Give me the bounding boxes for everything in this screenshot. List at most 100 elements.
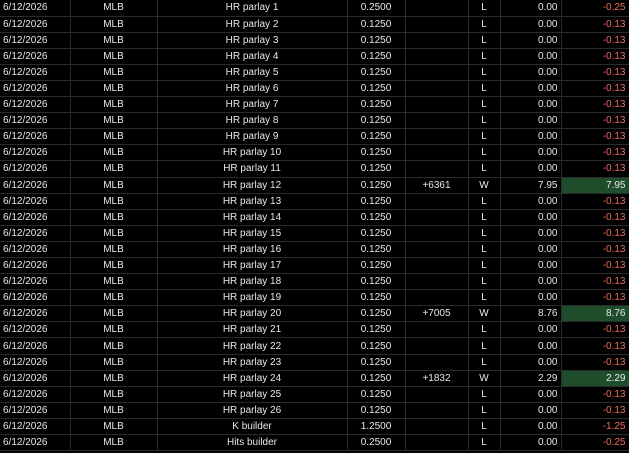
payout-cell[interactable]: 0.00 [500, 321, 562, 339]
odds-cell[interactable] [405, 128, 469, 146]
date-cell[interactable]: 6/12/2026 [0, 257, 71, 275]
stake-cell[interactable]: 0.1250 [347, 96, 406, 114]
league-cell[interactable]: MLB [70, 48, 158, 65]
payout-cell[interactable]: 0.00 [500, 257, 562, 275]
bet-name-cell[interactable]: HR parlay 23 [157, 354, 348, 371]
bet-name-cell[interactable]: HR parlay 13 [157, 193, 348, 210]
bet-name-cell[interactable]: HR parlay 16 [157, 241, 348, 259]
net-cell[interactable]: -0.13 [561, 80, 629, 98]
net-cell[interactable]: -0.13 [561, 48, 629, 65]
odds-cell[interactable] [405, 434, 469, 452]
net-cell[interactable]: -0.13 [561, 128, 629, 146]
league-cell[interactable]: MLB [70, 16, 158, 33]
payout-cell[interactable]: 0.00 [500, 0, 562, 17]
odds-cell[interactable] [405, 160, 469, 178]
date-cell[interactable]: 6/12/2026 [0, 370, 71, 387]
bet-name-cell[interactable]: HR parlay 17 [157, 257, 348, 275]
payout-cell[interactable]: 7.95 [500, 177, 562, 194]
odds-cell[interactable] [405, 273, 469, 291]
net-cell[interactable]: -0.13 [561, 32, 629, 49]
date-cell[interactable]: 6/12/2026 [0, 273, 71, 291]
net-cell[interactable]: -0.13 [561, 321, 629, 339]
result-cell[interactable]: L [468, 418, 501, 436]
stake-cell[interactable]: 0.1250 [347, 305, 406, 323]
result-cell[interactable]: L [468, 160, 501, 178]
odds-cell[interactable] [405, 0, 469, 17]
result-cell[interactable]: L [468, 386, 501, 403]
result-cell[interactable]: L [468, 0, 501, 17]
odds-cell[interactable] [405, 257, 469, 275]
bet-name-cell[interactable]: Hits builder [157, 434, 348, 452]
net-cell[interactable]: -0.13 [561, 337, 629, 355]
stake-cell[interactable]: 0.2500 [347, 434, 406, 452]
result-cell[interactable]: L [468, 225, 501, 242]
stake-cell[interactable]: 0.1250 [347, 48, 406, 65]
odds-cell[interactable] [405, 289, 469, 307]
net-cell[interactable]: 8.76 [561, 305, 629, 323]
stake-cell[interactable]: 0.1250 [347, 128, 406, 146]
result-cell[interactable]: L [468, 96, 501, 114]
odds-cell[interactable] [405, 32, 469, 49]
bet-name-cell[interactable]: HR parlay 26 [157, 402, 348, 419]
stake-cell[interactable]: 0.1250 [347, 241, 406, 259]
odds-cell[interactable] [405, 386, 469, 403]
net-cell[interactable]: -0.13 [561, 209, 629, 226]
net-cell[interactable]: -0.13 [561, 289, 629, 307]
league-cell[interactable]: MLB [70, 321, 158, 339]
stake-cell[interactable]: 0.1250 [347, 370, 406, 387]
date-cell[interactable]: 6/12/2026 [0, 48, 71, 65]
result-cell[interactable]: L [468, 64, 501, 81]
date-cell[interactable]: 6/12/2026 [0, 241, 71, 259]
odds-cell[interactable] [405, 48, 469, 65]
payout-cell[interactable]: 0.00 [500, 32, 562, 49]
date-cell[interactable]: 6/12/2026 [0, 289, 71, 307]
result-cell[interactable]: L [468, 337, 501, 355]
league-cell[interactable]: MLB [70, 193, 158, 210]
payout-cell[interactable]: 0.00 [500, 418, 562, 436]
date-cell[interactable]: 6/12/2026 [0, 386, 71, 403]
odds-cell[interactable]: +1832 [405, 370, 469, 387]
payout-cell[interactable]: 0.00 [500, 354, 562, 371]
odds-cell[interactable] [405, 16, 469, 33]
date-cell[interactable]: 6/12/2026 [0, 80, 71, 98]
result-cell[interactable]: L [468, 128, 501, 146]
league-cell[interactable]: MLB [70, 402, 158, 419]
result-cell[interactable]: L [468, 402, 501, 419]
net-cell[interactable]: -0.13 [561, 241, 629, 259]
date-cell[interactable]: 6/12/2026 [0, 321, 71, 339]
date-cell[interactable]: 6/12/2026 [0, 434, 71, 452]
bet-name-cell[interactable]: HR parlay 12 [157, 177, 348, 194]
net-cell[interactable]: -0.13 [561, 96, 629, 114]
net-cell[interactable]: 2.29 [561, 370, 629, 387]
bet-name-cell[interactable]: HR parlay 22 [157, 337, 348, 355]
net-cell[interactable]: -0.13 [561, 64, 629, 81]
odds-cell[interactable] [405, 354, 469, 371]
odds-cell[interactable] [405, 225, 469, 242]
stake-cell[interactable]: 0.1250 [347, 257, 406, 275]
date-cell[interactable]: 6/12/2026 [0, 193, 71, 210]
payout-cell[interactable]: 0.00 [500, 386, 562, 403]
payout-cell[interactable]: 0.00 [500, 209, 562, 226]
payout-cell[interactable]: 0.00 [500, 289, 562, 307]
bet-name-cell[interactable]: HR parlay 21 [157, 321, 348, 339]
date-cell[interactable]: 6/12/2026 [0, 177, 71, 194]
league-cell[interactable]: MLB [70, 128, 158, 146]
league-cell[interactable]: MLB [70, 0, 158, 17]
date-cell[interactable]: 6/12/2026 [0, 209, 71, 226]
league-cell[interactable]: MLB [70, 289, 158, 307]
bet-name-cell[interactable]: HR parlay 24 [157, 370, 348, 387]
stake-cell[interactable]: 0.1250 [347, 64, 406, 81]
result-cell[interactable]: L [468, 112, 501, 130]
odds-cell[interactable] [405, 80, 469, 98]
payout-cell[interactable]: 0.00 [500, 144, 562, 162]
league-cell[interactable]: MLB [70, 64, 158, 81]
date-cell[interactable]: 6/12/2026 [0, 0, 71, 17]
league-cell[interactable]: MLB [70, 370, 158, 387]
result-cell[interactable]: L [468, 48, 501, 65]
odds-cell[interactable] [405, 337, 469, 355]
bet-name-cell[interactable]: HR parlay 6 [157, 80, 348, 98]
result-cell[interactable]: L [468, 209, 501, 226]
stake-cell[interactable]: 0.1250 [347, 144, 406, 162]
net-cell[interactable]: -0.13 [561, 193, 629, 210]
stake-cell[interactable]: 1.2500 [347, 418, 406, 436]
